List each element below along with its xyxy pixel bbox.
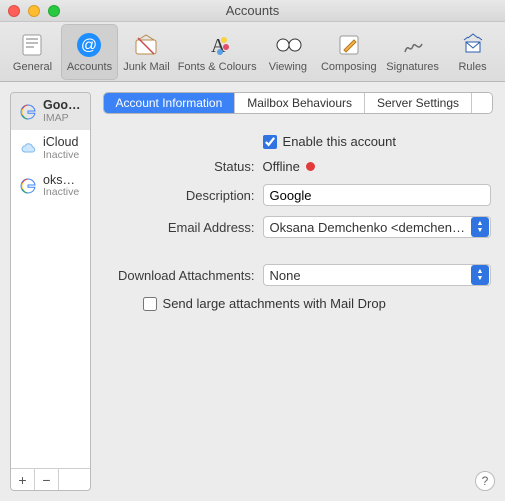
titlebar: Accounts <box>0 0 505 22</box>
status-value: Offline <box>263 159 300 174</box>
tab-account-information[interactable]: Account Information <box>104 93 235 113</box>
accounts-list: Google IMAP iCloud Inactive oksana.a.d… … <box>11 93 90 468</box>
rules-icon <box>459 31 487 59</box>
account-row[interactable]: oksana.a.d… Inactive <box>11 168 90 205</box>
toolbar-general[interactable]: General <box>4 24 61 80</box>
select-arrows-icon: ▲▼ <box>471 265 489 285</box>
remove-account-button[interactable]: − <box>35 469 59 491</box>
toolbar-viewing[interactable]: Viewing <box>259 24 316 80</box>
toolbar-label: Accounts <box>67 61 112 73</box>
enable-account-label: Enable this account <box>283 134 396 149</box>
account-detail: Account Information Mailbox Behaviours S… <box>101 92 495 491</box>
toolbar-label: Composing <box>321 61 377 73</box>
toolbar-label: Junk Mail <box>123 61 169 73</box>
toolbar-label: Viewing <box>269 61 307 73</box>
download-attachments-select[interactable]: None ▲▼ <box>263 264 491 286</box>
download-attachments-value: None <box>264 268 471 283</box>
google-icon <box>19 103 37 121</box>
add-account-button[interactable]: + <box>11 469 35 491</box>
description-field[interactable] <box>263 184 491 206</box>
account-form: Enable this account Status: Offline Desc… <box>101 134 495 311</box>
mail-drop-label: Send large attachments with Mail Drop <box>163 296 386 311</box>
detail-tabs: Account Information Mailbox Behaviours S… <box>103 92 493 114</box>
zoom-icon[interactable] <box>48 5 60 17</box>
composing-icon <box>335 31 363 59</box>
signatures-icon <box>399 31 427 59</box>
accounts-sidebar: Google IMAP iCloud Inactive oksana.a.d… … <box>10 92 91 491</box>
sidebar-footer: + − <box>11 468 90 490</box>
minimize-icon[interactable] <box>28 5 40 17</box>
toolbar-label: General <box>13 61 52 73</box>
svg-text:@: @ <box>81 37 97 54</box>
account-row[interactable]: Google IMAP <box>11 93 90 130</box>
account-name: iCloud <box>43 136 79 150</box>
tab-server-settings[interactable]: Server Settings <box>364 93 471 113</box>
account-sub: Inactive <box>43 187 82 199</box>
tab-spacer <box>471 93 492 113</box>
junkmail-icon <box>132 31 160 59</box>
preferences-toolbar: General @ Accounts Junk Mail A Fonts & C… <box>0 22 505 82</box>
google-icon <box>19 177 37 195</box>
accounts-icon: @ <box>75 31 103 59</box>
fonts-icon: A <box>203 31 231 59</box>
download-label: Download Attachments: <box>105 268 255 283</box>
close-icon[interactable] <box>8 5 20 17</box>
toolbar-rules[interactable]: Rules <box>444 24 501 80</box>
email-address-value: Oksana Demchenko <demchen… <box>264 220 471 235</box>
mail-drop-checkbox[interactable] <box>143 297 157 311</box>
description-label: Description: <box>105 188 255 203</box>
account-sub: Inactive <box>43 150 79 162</box>
window-title: Accounts <box>226 3 279 18</box>
enable-account-checkbox[interactable] <box>263 135 277 149</box>
account-sub: IMAP <box>43 113 82 125</box>
toolbar-label: Signatures <box>386 61 439 73</box>
select-arrows-icon: ▲▼ <box>471 217 489 237</box>
toolbar-signatures[interactable]: Signatures <box>381 24 444 80</box>
status-indicator-icon <box>306 162 315 171</box>
account-row[interactable]: iCloud Inactive <box>11 130 90 167</box>
icloud-icon <box>19 140 37 158</box>
email-label: Email Address: <box>105 220 255 235</box>
toolbar-fonts[interactable]: A Fonts & Colours <box>175 24 259 80</box>
general-icon <box>18 31 46 59</box>
toolbar-composing[interactable]: Composing <box>316 24 381 80</box>
help-button[interactable]: ? <box>475 471 495 491</box>
toolbar-accounts[interactable]: @ Accounts <box>61 24 118 80</box>
window-controls <box>8 5 60 17</box>
email-address-select[interactable]: Oksana Demchenko <demchen… ▲▼ <box>263 216 491 238</box>
enable-account-row[interactable]: Enable this account <box>263 134 491 149</box>
account-name: oksana.a.d… <box>43 174 82 188</box>
viewing-icon <box>274 31 302 59</box>
account-name: Google <box>43 99 82 113</box>
toolbar-label: Rules <box>458 61 486 73</box>
toolbar-label: Fonts & Colours <box>178 61 257 73</box>
status-label: Status: <box>105 159 255 174</box>
toolbar-junkmail[interactable]: Junk Mail <box>118 24 175 80</box>
tab-mailbox-behaviours[interactable]: Mailbox Behaviours <box>234 93 364 113</box>
